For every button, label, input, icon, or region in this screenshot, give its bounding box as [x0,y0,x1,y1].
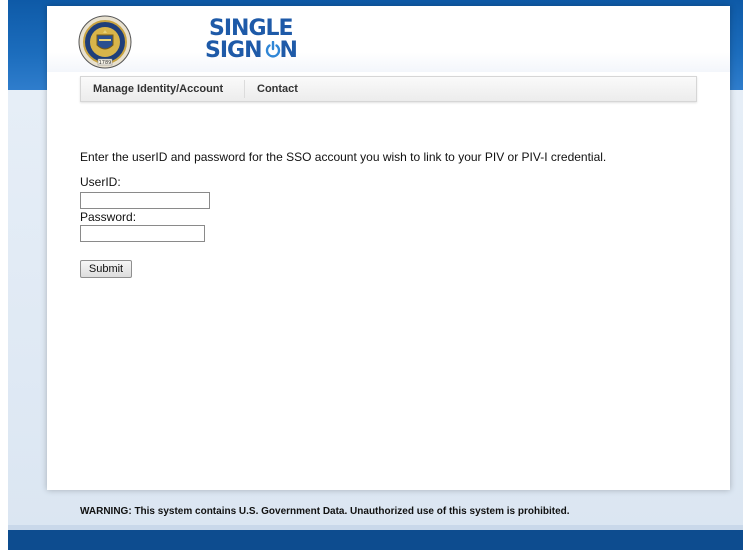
power-icon [265,41,281,58]
logo-text-signon: SIGN N [205,38,298,63]
password-input[interactable] [80,225,205,242]
left-margin [0,0,8,550]
svg-text:1789: 1789 [99,60,112,66]
nav-contact[interactable]: Contact [257,77,298,101]
main-card: 1789 SINGLE SIGN N Manage Identity/Accoun… [47,6,730,490]
userid-input[interactable] [80,192,210,209]
treasury-seal-icon: 1789 [78,15,132,69]
header: 1789 SINGLE SIGN N [47,6,730,72]
top-navigation-bar: Manage Identity/Account Contact [80,76,697,102]
nav-manage-identity-account[interactable]: Manage Identity/Account [93,77,223,101]
background-bottom-band [8,530,743,550]
password-label: Password: [80,210,137,224]
userid-label: UserID: [80,175,121,189]
logo-text-single: SINGLE [209,16,294,41]
nav-divider [244,80,245,98]
submit-button[interactable]: Submit [80,260,132,278]
form-instructions: Enter the userID and password for the SS… [80,150,607,164]
government-warning-text: WARNING: This system contains U.S. Gover… [80,506,570,517]
single-sign-on-logo: SINGLE SIGN N [205,18,315,68]
